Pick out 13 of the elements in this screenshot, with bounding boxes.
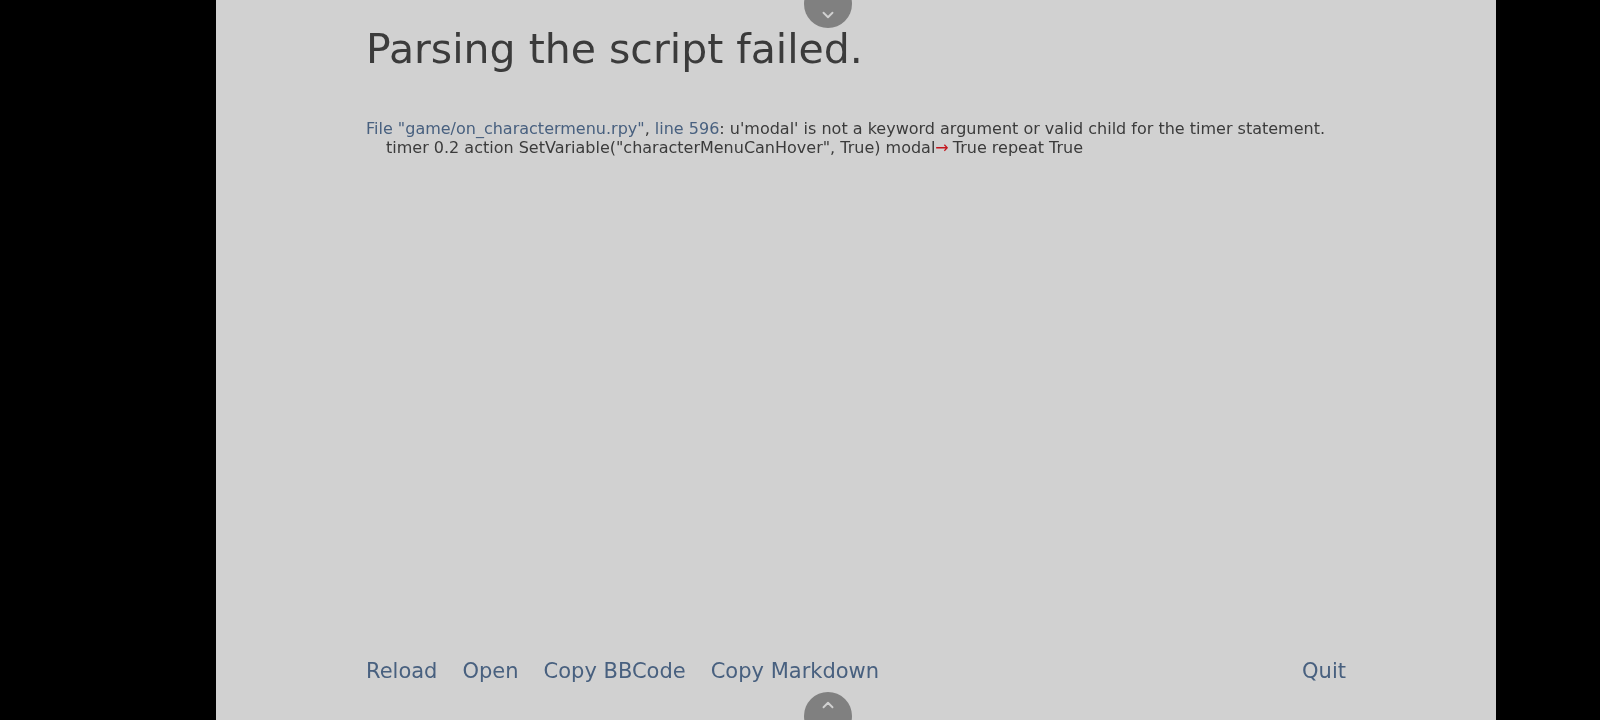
error-marker: → <box>935 138 949 157</box>
code-text: True repeat True <box>952 138 1084 157</box>
line-link[interactable]: line 596 <box>654 119 720 138</box>
separator-text: , <box>644 119 651 138</box>
action-button[interactable]: Copy BBCode <box>543 658 686 684</box>
action-button[interactable]: Copy Markdown <box>710 658 880 684</box>
quit-button[interactable]: Quit <box>1302 658 1346 684</box>
action-button[interactable]: Reload <box>366 658 438 684</box>
error-message: : u'modal' is not a keyword argument or valid child for the timer statement. <box>719 119 1326 138</box>
file-link[interactable]: File "game/on_charactermenu.rpy" <box>366 119 645 138</box>
action-button[interactable]: Open <box>462 658 519 684</box>
error-title: Parsing the script failed. <box>366 24 864 74</box>
code-text: timer 0.2 action SetVariable("characterMenuCanHover", True) modal <box>386 138 936 157</box>
